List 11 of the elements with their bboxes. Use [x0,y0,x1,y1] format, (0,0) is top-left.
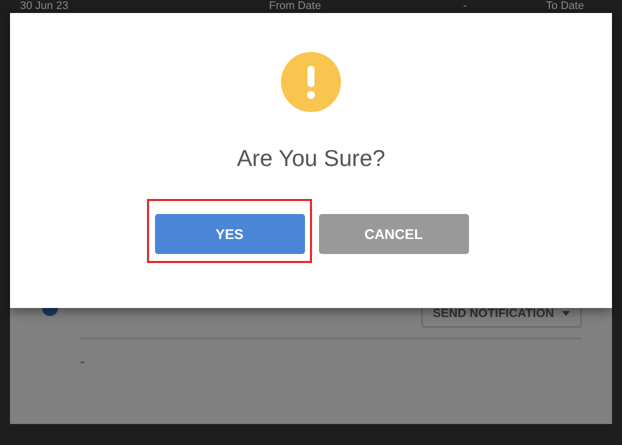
filter-text: To Date [545,0,585,13]
caret-icon [562,310,570,316]
filter-text: 30 Jun 23 [20,0,70,13]
cancel-button[interactable]: CANCEL [318,214,468,254]
filter-text: From Date [268,0,322,13]
value-text: - [80,353,86,369]
confirm-button[interactable]: YES [154,214,304,254]
dialog-title: Are You Sure? [236,145,386,172]
filter-text: - [462,0,468,13]
send-notification-button[interactable]: SEND NOTIFICATION [420,308,582,328]
warning-icon [281,52,341,112]
